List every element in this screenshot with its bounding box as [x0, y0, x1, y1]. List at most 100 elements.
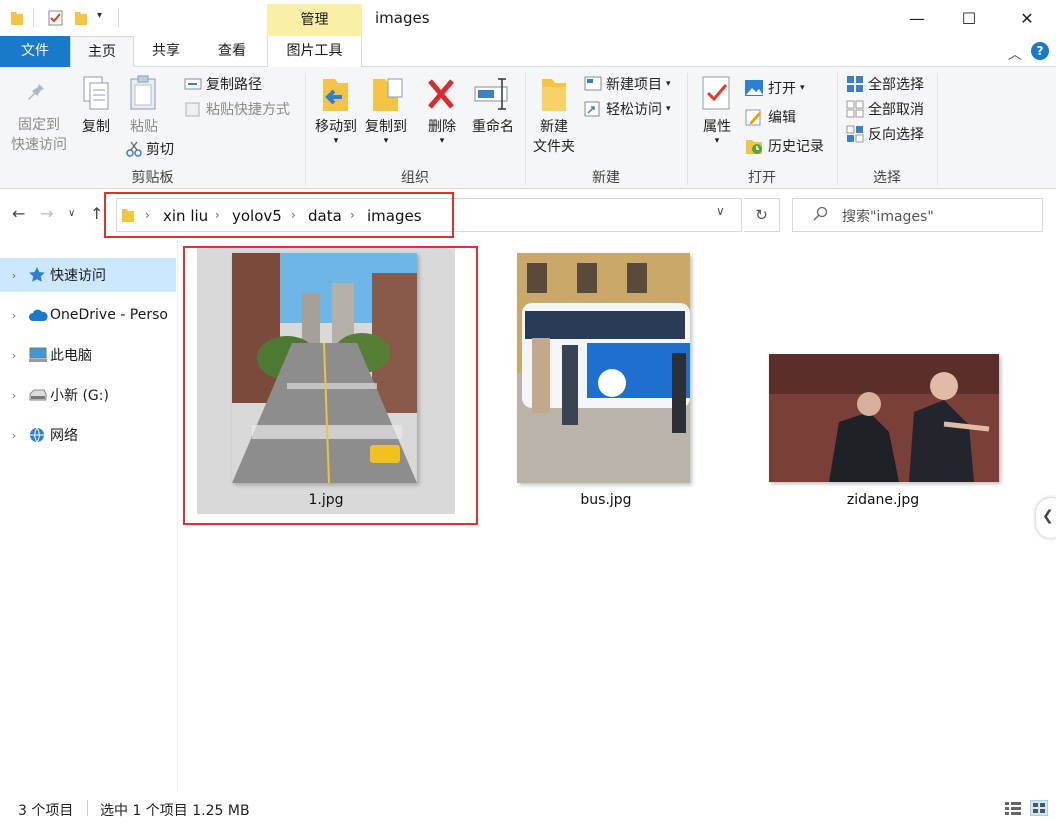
nav-item-onedrive[interactable]: › OneDrive - Perso: [0, 298, 176, 332]
expand-chevron-icon[interactable]: ›: [0, 389, 28, 402]
nav-label: 网络: [50, 428, 78, 444]
pin-icon: [28, 81, 44, 100]
properties-quick-icon[interactable]: [48, 10, 64, 26]
refresh-icon[interactable]: ↻: [744, 198, 780, 232]
invert-selection-button[interactable]: 反向选择: [846, 123, 924, 145]
drive-icon: [28, 388, 50, 402]
paste-shortcut-button[interactable]: 粘贴快捷方式: [184, 98, 290, 120]
rename-button[interactable]: 重命名: [468, 75, 518, 137]
paste-button[interactable]: 粘贴: [126, 75, 162, 137]
easy-access-label: 轻松访问: [606, 102, 662, 118]
cut-button[interactable]: 剪切: [126, 138, 174, 160]
new-item-button[interactable]: 新建项目 ▾: [584, 73, 671, 95]
close-button[interactable]: ✕: [1002, 0, 1052, 36]
copy-label: 复制: [82, 119, 110, 135]
properties-button[interactable]: 属性 ▾: [694, 75, 740, 146]
tab-home[interactable]: 主页: [70, 36, 134, 68]
forward-arrow-icon[interactable]: →: [40, 204, 53, 223]
move-to-button[interactable]: 移动到 ▾: [312, 75, 360, 146]
pin-quick-access-button[interactable]: 固定到 快速访问: [4, 77, 74, 155]
image-open-icon: [745, 80, 763, 96]
expand-chevron-icon[interactable]: ›: [0, 269, 28, 282]
navigation-pane: › 快速访问 › OneDrive - Perso › 此电脑 › 小新 (G:…: [0, 240, 178, 792]
recent-locations-chevron-icon[interactable]: ∨: [68, 208, 75, 219]
tab-manage[interactable]: 管理: [267, 4, 362, 36]
new-folder-label-line1: 新建: [540, 119, 568, 135]
edit-button[interactable]: 编辑: [744, 106, 796, 128]
tab-file[interactable]: 文件: [0, 36, 70, 67]
address-dropdown-icon[interactable]: ∨: [716, 204, 725, 218]
select-all-label: 全部选择: [868, 77, 924, 93]
history-button[interactable]: 历史记录: [744, 135, 824, 157]
collapse-ribbon-icon[interactable]: ︿: [1008, 44, 1022, 64]
tab-share[interactable]: 共享: [134, 36, 198, 67]
easy-access-button[interactable]: 轻松访问 ▾: [584, 98, 671, 120]
open-label: 打开: [768, 81, 796, 97]
computer-icon: [28, 347, 50, 363]
invert-selection-label: 反向选择: [868, 127, 924, 143]
paste-shortcut-icon: [185, 102, 200, 117]
up-arrow-icon[interactable]: ↑: [90, 204, 103, 223]
edit-icon: [745, 109, 761, 126]
move-to-label: 移动到: [315, 119, 357, 135]
nav-item-quick-access[interactable]: › 快速访问: [0, 258, 176, 292]
move-to-dropdown-icon: ▾: [333, 136, 339, 146]
select-none-button[interactable]: 全部取消: [846, 98, 924, 120]
ribbon-tab-bar: 文件 主页 共享 查看 图片工具 ︿ ?: [0, 36, 1056, 68]
expand-chevron-icon[interactable]: ›: [0, 429, 28, 442]
maximize-button[interactable]: ☐: [944, 0, 994, 36]
expand-chevron-icon[interactable]: ›: [0, 309, 28, 322]
title-bar: ▾ 管理 images — ☐ ✕: [0, 0, 1056, 36]
divider: [937, 73, 938, 185]
pin-label-line2: 快速访问: [11, 137, 67, 153]
select-all-button[interactable]: 全部选择: [846, 73, 924, 95]
nav-label: OneDrive - Perso: [50, 307, 168, 323]
properties-label: 属性: [703, 119, 731, 135]
zidane-thumbnail: [769, 354, 999, 482]
history-icon: [746, 140, 762, 154]
file-item-bus-jpg[interactable]: bus.jpg: [497, 246, 715, 514]
cloud-icon: [28, 308, 50, 322]
status-bar: 3 个项目 选中 1 个项目 1.25 MB: [0, 792, 1056, 824]
copy-button[interactable]: 复制: [78, 75, 114, 137]
item-count: 3 个项目: [18, 803, 74, 819]
nav-item-network[interactable]: › 网络: [0, 418, 176, 452]
clipboard-icon: [130, 75, 156, 110]
copy-to-icon: [373, 78, 403, 111]
large-icons-view-icon[interactable]: [1030, 800, 1048, 816]
divider: [87, 800, 88, 816]
easy-access-dropdown-icon: ▾: [666, 104, 671, 114]
file-name: bus.jpg: [580, 492, 632, 508]
delete-dropdown-icon: ▾: [439, 136, 445, 146]
file-annotation-box: [183, 246, 478, 525]
open-button[interactable]: 打开 ▾: [744, 77, 805, 99]
help-icon[interactable]: ?: [1031, 42, 1049, 60]
expand-chevron-icon[interactable]: ›: [0, 349, 28, 362]
search-placeholder: 搜索"images": [842, 209, 934, 225]
nav-item-this-pc[interactable]: › 此电脑: [0, 338, 176, 372]
tab-picture-tools[interactable]: 图片工具: [267, 36, 362, 67]
search-icon: [813, 206, 828, 221]
minimize-button[interactable]: —: [892, 0, 942, 36]
details-view-icon[interactable]: [1004, 800, 1022, 816]
nav-item-drive-g[interactable]: › 小新 (G:): [0, 378, 176, 412]
copy-path-button[interactable]: 复制路径: [184, 73, 262, 95]
preview-pane-toggle[interactable]: ❮: [1036, 498, 1056, 538]
file-item-zidane-jpg[interactable]: zidane.jpg: [748, 246, 1018, 514]
new-folder-quick-icon[interactable]: [74, 10, 88, 26]
new-folder-button[interactable]: 新建 文件夹: [530, 75, 578, 157]
copy-path-label: 复制路径: [206, 77, 262, 93]
paste-label: 粘贴: [130, 119, 158, 135]
select-all-icon: [847, 76, 863, 92]
copy-to-dropdown-icon: ▾: [383, 136, 389, 146]
move-to-icon: [323, 79, 348, 111]
rename-icon: [474, 78, 508, 110]
history-label: 历史记录: [768, 139, 824, 155]
copy-to-label: 复制到: [365, 119, 407, 135]
tab-view[interactable]: 查看: [198, 36, 266, 67]
customize-quick-access-icon[interactable]: ▾: [97, 10, 102, 21]
select-none-icon: [846, 100, 864, 118]
copy-to-button[interactable]: 复制到 ▾: [362, 75, 410, 146]
back-arrow-icon[interactable]: ←: [12, 204, 25, 223]
delete-button[interactable]: 删除 ▾: [418, 75, 466, 146]
